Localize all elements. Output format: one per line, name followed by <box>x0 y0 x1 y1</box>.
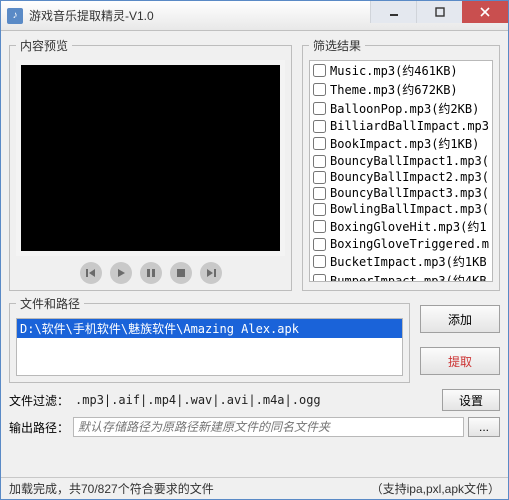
result-row[interactable]: Music.mp3(约461KB) <box>310 61 492 80</box>
side-buttons: 添加 提取 <box>420 295 500 383</box>
result-filename: BumperImpact.mp3(约4KB <box>330 272 487 282</box>
results-legend: 筛选结果 <box>309 37 365 54</box>
window-buttons <box>370 1 508 30</box>
result-checkbox[interactable] <box>313 83 326 96</box>
prev-button[interactable] <box>80 262 102 284</box>
result-filename: BucketImpact.mp3(约1KB <box>330 253 487 270</box>
path-row-selected[interactable]: D:\软件\手机软件\魅族软件\Amazing Alex.apk <box>17 319 402 338</box>
result-checkbox[interactable] <box>313 238 326 251</box>
pause-button[interactable] <box>140 262 162 284</box>
mid-block: 文件和路径 D:\软件\手机软件\魅族软件\Amazing Alex.apk 添… <box>9 295 500 383</box>
result-row[interactable]: BumperImpact.mp3(约4KB <box>310 271 492 282</box>
output-label: 输出路径： <box>9 419 69 436</box>
result-filename: BilliardBallImpact.mp3 <box>330 119 489 133</box>
media-controls <box>16 262 285 284</box>
play-button[interactable] <box>110 262 132 284</box>
browse-button[interactable]: ... <box>468 417 500 437</box>
result-row[interactable]: BoxingGloveHit.mp3(约1 <box>310 217 492 236</box>
result-filename: BowlingBallImpact.mp3( <box>330 202 489 216</box>
result-row[interactable]: BowlingBallImpact.mp3( <box>310 201 492 217</box>
result-filename: BookImpact.mp3(约1KB) <box>330 135 479 152</box>
filter-text: .mp3|.aif|.mp4|.wav|.avi|.m4a|.ogg <box>75 393 436 407</box>
result-filename: BalloonPop.mp3(约2KB) <box>330 100 479 117</box>
preview-canvas <box>16 60 285 256</box>
next-button[interactable] <box>200 262 222 284</box>
extract-button[interactable]: 提取 <box>420 347 500 375</box>
paths-legend: 文件和路径 <box>16 295 84 312</box>
paths-fieldset: 文件和路径 D:\软件\手机软件\魅族软件\Amazing Alex.apk <box>9 295 410 383</box>
add-button[interactable]: 添加 <box>420 305 500 333</box>
result-checkbox[interactable] <box>313 137 326 150</box>
result-row[interactable]: BucketImpact.mp3(约1KB <box>310 252 492 271</box>
close-button[interactable] <box>462 1 508 23</box>
result-filename: Theme.mp3(约672KB) <box>330 81 458 98</box>
result-filename: BoxingGloveHit.mp3(约1 <box>330 218 487 235</box>
result-row[interactable]: BouncyBallImpact2.mp3( <box>310 169 492 185</box>
result-filename: Music.mp3(约461KB) <box>330 62 458 79</box>
result-checkbox[interactable] <box>313 220 326 233</box>
preview-legend: 内容预览 <box>16 37 72 54</box>
status-right: （支持ipa,pxl,apk文件） <box>371 480 500 497</box>
app-icon: ♪ <box>7 8 23 24</box>
result-row[interactable]: BouncyBallImpact1.mp3( <box>310 153 492 169</box>
results-fieldset: 筛选结果 Music.mp3(约461KB) Theme.mp3(约672KB) B… <box>302 37 500 291</box>
main-window: ♪ 游戏音乐提取精灵-V1.0 内容预览 筛选结果 <box>0 0 509 500</box>
minimize-button[interactable] <box>370 1 416 23</box>
result-checkbox[interactable] <box>313 171 326 184</box>
window-title: 游戏音乐提取精灵-V1.0 <box>29 7 370 24</box>
preview-fieldset: 内容预览 <box>9 37 292 291</box>
result-row[interactable]: BilliardBallImpact.mp3 <box>310 118 492 134</box>
result-checkbox[interactable] <box>313 255 326 268</box>
result-row[interactable]: BalloonPop.mp3(约2KB) <box>310 99 492 118</box>
paths-list[interactable]: D:\软件\手机软件\魅族软件\Amazing Alex.apk <box>16 318 403 376</box>
result-checkbox[interactable] <box>313 120 326 133</box>
statusbar: 加载完成，共70/827个符合要求的文件 （支持ipa,pxl,apk文件） <box>1 477 508 499</box>
result-checkbox[interactable] <box>313 187 326 200</box>
result-checkbox[interactable] <box>313 274 326 282</box>
result-row[interactable]: Theme.mp3(约672KB) <box>310 80 492 99</box>
settings-button[interactable]: 设置 <box>442 389 500 411</box>
filter-row: 文件过滤： .mp3|.aif|.mp4|.wav|.avi|.m4a|.ogg… <box>9 389 500 411</box>
result-filename: BouncyBallImpact3.mp3( <box>330 186 489 200</box>
maximize-button[interactable] <box>416 1 462 23</box>
result-row[interactable]: BookImpact.mp3(约1KB) <box>310 134 492 153</box>
result-checkbox[interactable] <box>313 102 326 115</box>
status-left: 加载完成，共70/827个符合要求的文件 <box>9 480 214 497</box>
stop-button[interactable] <box>170 262 192 284</box>
result-filename: BouncyBallImpact1.mp3( <box>330 154 489 168</box>
result-filename: BoxingGloveTriggered.m <box>330 237 489 251</box>
output-row: 输出路径： ... <box>9 417 500 437</box>
client-area: 内容预览 筛选结果 Music.mp3(约461KB) Theme.mp3(约67… <box>1 31 508 477</box>
result-filename: BouncyBallImpact2.mp3( <box>330 170 489 184</box>
results-list[interactable]: Music.mp3(约461KB) Theme.mp3(约672KB) Balloo… <box>309 60 493 282</box>
result-checkbox[interactable] <box>313 203 326 216</box>
output-path-input[interactable] <box>73 417 464 437</box>
filter-label: 文件过滤： <box>9 392 69 409</box>
result-row[interactable]: BoxingGloveTriggered.m <box>310 236 492 252</box>
result-row[interactable]: BouncyBallImpact3.mp3( <box>310 185 492 201</box>
titlebar: ♪ 游戏音乐提取精灵-V1.0 <box>1 1 508 31</box>
top-row: 内容预览 筛选结果 Music.mp3(约461KB) Theme.mp3(约67… <box>9 37 500 291</box>
result-checkbox[interactable] <box>313 64 326 77</box>
result-checkbox[interactable] <box>313 155 326 168</box>
